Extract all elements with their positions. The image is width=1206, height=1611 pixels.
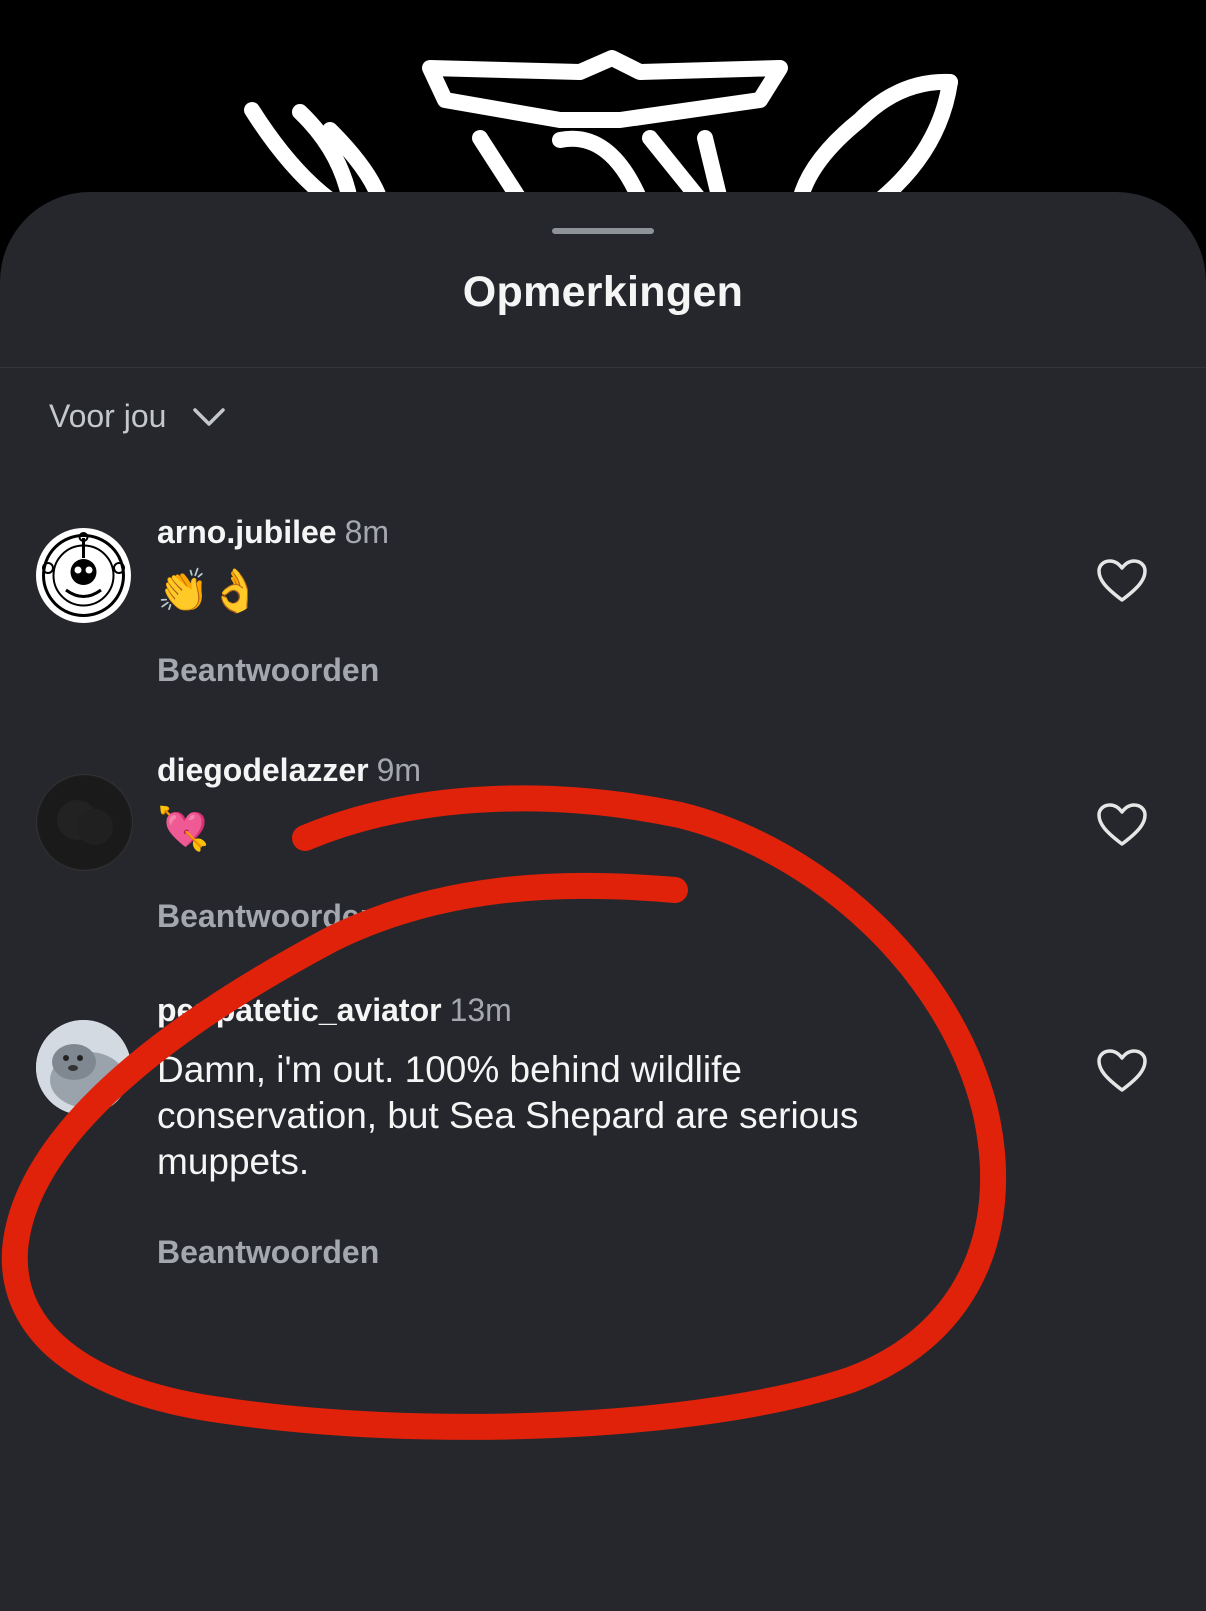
avatar[interactable] (36, 1020, 131, 1115)
heart-icon[interactable] (1096, 558, 1148, 604)
sheet-title: Opmerkingen (462, 268, 744, 316)
heart-icon[interactable] (1096, 1048, 1148, 1094)
chevron-down-icon (193, 407, 226, 426)
comment-header: peripatetic_aviator 13m (157, 992, 512, 1029)
sort-label: Voor jou (49, 398, 167, 434)
comment-time: 8m (344, 514, 390, 550)
comment-time: 13m (449, 992, 512, 1028)
comment-username[interactable]: arno.jubilee (157, 514, 337, 550)
comment-header: arno.jubilee 8m (157, 514, 389, 551)
sort-dropdown[interactable]: Voor jou (49, 398, 226, 435)
sheet-grabber[interactable] (552, 228, 654, 234)
dark-avatar-image (38, 776, 131, 869)
comments-sheet: Opmerkingen Voor jou arno.jubilee 8m 👏👌 … (0, 192, 1206, 1611)
reply-button[interactable]: Beantwoorden (157, 1234, 379, 1271)
comment-text: Damn, i'm out. 100% behind wildlife cons… (157, 1049, 859, 1182)
comment-username[interactable]: diegodelazzer (157, 752, 369, 788)
avatar[interactable] (36, 528, 131, 623)
reply-button[interactable]: Beantwoorden (157, 898, 379, 935)
logo-graphic (244, 50, 958, 200)
background-logo (0, 0, 1206, 200)
comment-text: 👏👌 (157, 567, 262, 614)
reply-button[interactable]: Beantwoorden (157, 652, 379, 689)
comment-text: 💘 (157, 805, 210, 852)
diver-badge-avatar-image (42, 532, 125, 617)
comment-time: 9m (376, 752, 422, 788)
comment-header: diegodelazzer 9m (157, 752, 421, 789)
avatar[interactable] (36, 774, 133, 871)
seal-avatar-image (36, 1020, 131, 1115)
comment-username[interactable]: peripatetic_aviator (157, 992, 442, 1028)
heart-icon[interactable] (1096, 802, 1148, 848)
header-divider (0, 367, 1206, 368)
